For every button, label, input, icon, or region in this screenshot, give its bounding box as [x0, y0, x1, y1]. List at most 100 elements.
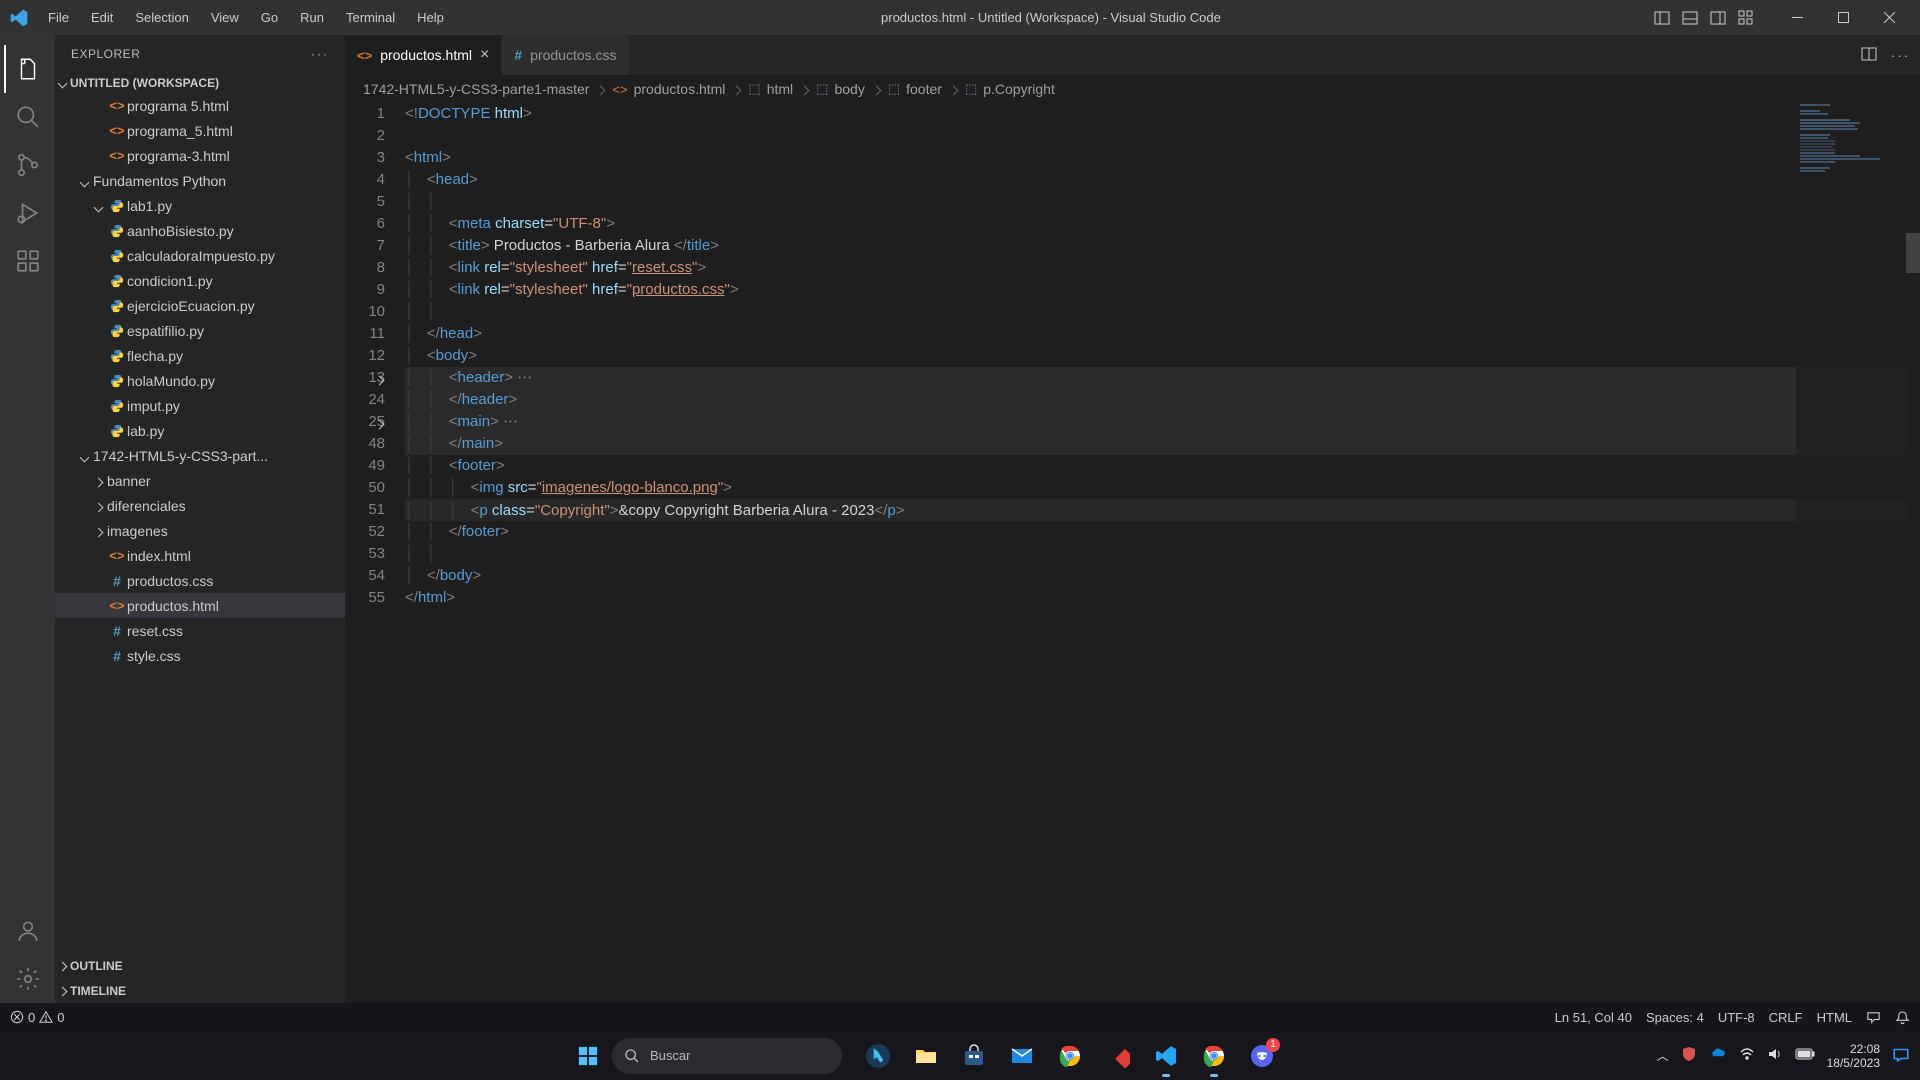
- layout-panel-icon[interactable]: [1676, 0, 1704, 35]
- tray-notification-icon[interactable]: [1892, 1045, 1910, 1066]
- status-indentation[interactable]: Spaces: 4: [1646, 1010, 1704, 1025]
- layout-sidebar-right-icon[interactable]: [1704, 0, 1732, 35]
- tree-item[interactable]: <>index.html: [55, 543, 345, 568]
- tree-item[interactable]: #productos.css: [55, 568, 345, 593]
- tree-item[interactable]: ejercicioEcuacion.py: [55, 293, 345, 318]
- workspace-header[interactable]: UNTITLED (WORKSPACE): [55, 73, 345, 93]
- taskbar-clock[interactable]: 22:08 18/5/2023: [1827, 1042, 1880, 1070]
- more-actions-icon[interactable]: ···: [1891, 48, 1910, 63]
- tree-item[interactable]: diferenciales: [55, 493, 345, 518]
- menu-help[interactable]: Help: [407, 4, 454, 31]
- breadcrumb-item[interactable]: ⬚footer: [888, 81, 942, 97]
- tree-item[interactable]: <>productos.html: [55, 593, 345, 618]
- status-encoding[interactable]: UTF-8: [1718, 1010, 1755, 1025]
- tray-security-icon[interactable]: [1681, 1046, 1697, 1065]
- close-button[interactable]: [1866, 0, 1912, 35]
- layout-sidebar-left-icon[interactable]: [1648, 0, 1676, 35]
- taskbar-vscode-icon[interactable]: [1148, 1038, 1184, 1074]
- tree-item[interactable]: aanhoBisiesto.py: [55, 218, 345, 243]
- taskbar-app-icon[interactable]: [1100, 1038, 1136, 1074]
- tree-item[interactable]: 1742-HTML5-y-CSS3-part...: [55, 443, 345, 468]
- tree-item[interactable]: #style.css: [55, 643, 345, 668]
- sidebar-explorer: EXPLORER ··· UNTITLED (WORKSPACE) <>prog…: [55, 35, 345, 1003]
- menu-edit[interactable]: Edit: [81, 4, 123, 31]
- tray-wifi-icon[interactable]: [1739, 1046, 1755, 1065]
- menu-file[interactable]: File: [38, 4, 79, 31]
- tree-item[interactable]: espatifilio.py: [55, 318, 345, 343]
- status-language[interactable]: HTML: [1817, 1010, 1852, 1025]
- titlebar: FileEditSelectionViewGoRunTerminalHelp p…: [0, 0, 1920, 35]
- tree-item[interactable]: <>programa 5.html: [55, 93, 345, 118]
- activity-search-icon[interactable]: [4, 93, 52, 141]
- activity-bar: [0, 35, 55, 1003]
- tree-item[interactable]: banner: [55, 468, 345, 493]
- editor-scrollbar[interactable]: [1906, 103, 1920, 1003]
- status-eol[interactable]: CRLF: [1769, 1010, 1803, 1025]
- menu-selection[interactable]: Selection: [125, 4, 198, 31]
- breadcrumb-item[interactable]: ⬚html: [748, 81, 793, 97]
- timeline-section[interactable]: TIMELINE: [55, 978, 345, 1003]
- start-button[interactable]: [570, 1038, 606, 1074]
- menu-run[interactable]: Run: [290, 4, 334, 31]
- tree-item[interactable]: lab1.py: [55, 193, 345, 218]
- status-feedback-icon[interactable]: [1866, 1010, 1881, 1025]
- layout-customize-icon[interactable]: [1732, 0, 1760, 35]
- tray-battery-icon[interactable]: [1795, 1048, 1815, 1063]
- tree-item[interactable]: imput.py: [55, 393, 345, 418]
- code-editor[interactable]: 1234567891011121324254849505152535455 <!…: [345, 103, 1920, 1003]
- breadcrumb-item[interactable]: <>productos.html: [612, 81, 725, 97]
- activity-explorer-icon[interactable]: [4, 45, 52, 93]
- fold-icon[interactable]: [376, 369, 383, 391]
- tree-item[interactable]: calculadoraImpuesto.py: [55, 243, 345, 268]
- editor-tab[interactable]: <>productos.html×: [345, 35, 502, 75]
- breadcrumb-item[interactable]: 1742-HTML5-y-CSS3-parte1-master: [363, 81, 589, 97]
- breadcrumb-item[interactable]: ⬚p.Copyright: [965, 81, 1055, 97]
- tree-item[interactable]: holaMundo.py: [55, 368, 345, 393]
- tray-onedrive-icon[interactable]: [1709, 1045, 1727, 1066]
- taskbar-chrome-icon[interactable]: [1052, 1038, 1088, 1074]
- breadcrumbs: 1742-HTML5-y-CSS3-parte1-master <>product…: [345, 75, 1920, 103]
- outline-section[interactable]: OUTLINE: [55, 953, 345, 978]
- status-problems[interactable]: 0 0: [10, 1010, 64, 1025]
- tree-item[interactable]: flecha.py: [55, 343, 345, 368]
- taskbar-store-icon[interactable]: [956, 1038, 992, 1074]
- minimap[interactable]: [1796, 103, 1906, 1003]
- explorer-more-icon[interactable]: ···: [311, 47, 329, 61]
- tray-volume-icon[interactable]: [1767, 1046, 1783, 1065]
- editor-area: <>productos.html×#productos.css ··· 1742…: [345, 35, 1920, 1003]
- close-tab-icon[interactable]: ×: [480, 46, 489, 64]
- minimize-button[interactable]: [1774, 0, 1820, 35]
- taskbar-mail-icon[interactable]: [1004, 1038, 1040, 1074]
- taskbar-discord-icon[interactable]: 1: [1244, 1038, 1280, 1074]
- status-notifications-icon[interactable]: [1895, 1010, 1910, 1025]
- split-editor-icon[interactable]: [1861, 46, 1877, 65]
- activity-accounts-icon[interactable]: [4, 907, 52, 955]
- status-cursor-position[interactable]: Ln 51, Col 40: [1555, 1010, 1632, 1025]
- chevron-right-icon: [59, 984, 66, 998]
- tree-item[interactable]: <>programa-3.html: [55, 143, 345, 168]
- activity-run-debug-icon[interactable]: [4, 189, 52, 237]
- activity-settings-icon[interactable]: [4, 955, 52, 1003]
- taskbar-file-explorer-icon[interactable]: [908, 1038, 944, 1074]
- menu-terminal[interactable]: Terminal: [336, 4, 405, 31]
- status-errors-count: 0: [28, 1010, 35, 1025]
- tree-item[interactable]: Fundamentos Python: [55, 168, 345, 193]
- editor-tab[interactable]: #productos.css: [502, 35, 629, 75]
- taskbar-search[interactable]: Buscar: [612, 1038, 842, 1074]
- tray-chevron-up-icon[interactable]: ︿: [1657, 1047, 1669, 1064]
- tree-item[interactable]: lab.py: [55, 418, 345, 443]
- tree-item[interactable]: imagenes: [55, 518, 345, 543]
- fold-icon[interactable]: [376, 413, 383, 435]
- taskbar-chrome2-icon[interactable]: [1196, 1038, 1232, 1074]
- activity-source-control-icon[interactable]: [4, 141, 52, 189]
- maximize-button[interactable]: [1820, 0, 1866, 35]
- activity-extensions-icon[interactable]: [4, 237, 52, 285]
- windows-taskbar: Buscar 1 ︿ 22:08 18/5/2023: [0, 1031, 1920, 1080]
- menu-view[interactable]: View: [201, 4, 249, 31]
- tree-item[interactable]: <>programa_5.html: [55, 118, 345, 143]
- breadcrumb-item[interactable]: ⬚body: [816, 81, 865, 97]
- menu-go[interactable]: Go: [251, 4, 288, 31]
- tree-item[interactable]: #reset.css: [55, 618, 345, 643]
- taskbar-bing-icon[interactable]: [860, 1038, 896, 1074]
- tree-item[interactable]: condicion1.py: [55, 268, 345, 293]
